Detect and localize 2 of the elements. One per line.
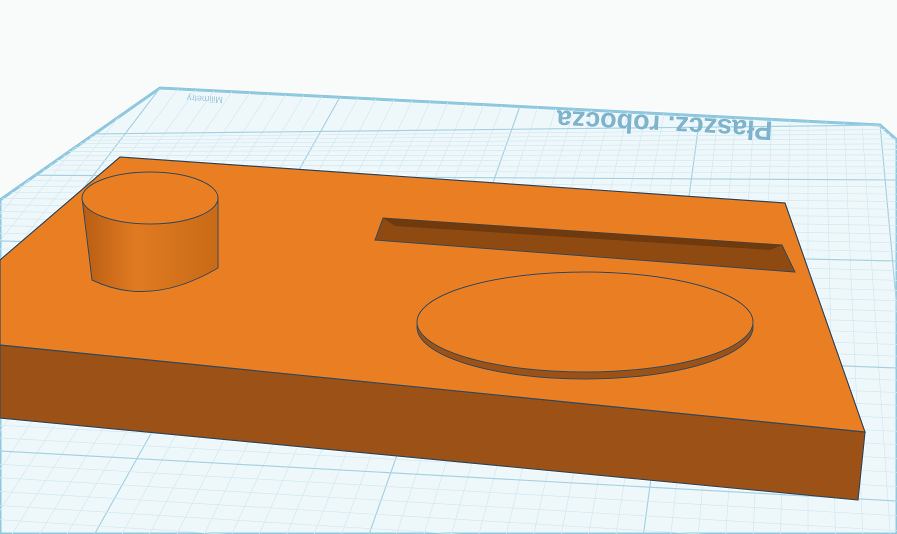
workplane-title: Płaszcz. robocza xyxy=(556,104,774,146)
workplane-units: Milimetry xyxy=(186,93,224,105)
